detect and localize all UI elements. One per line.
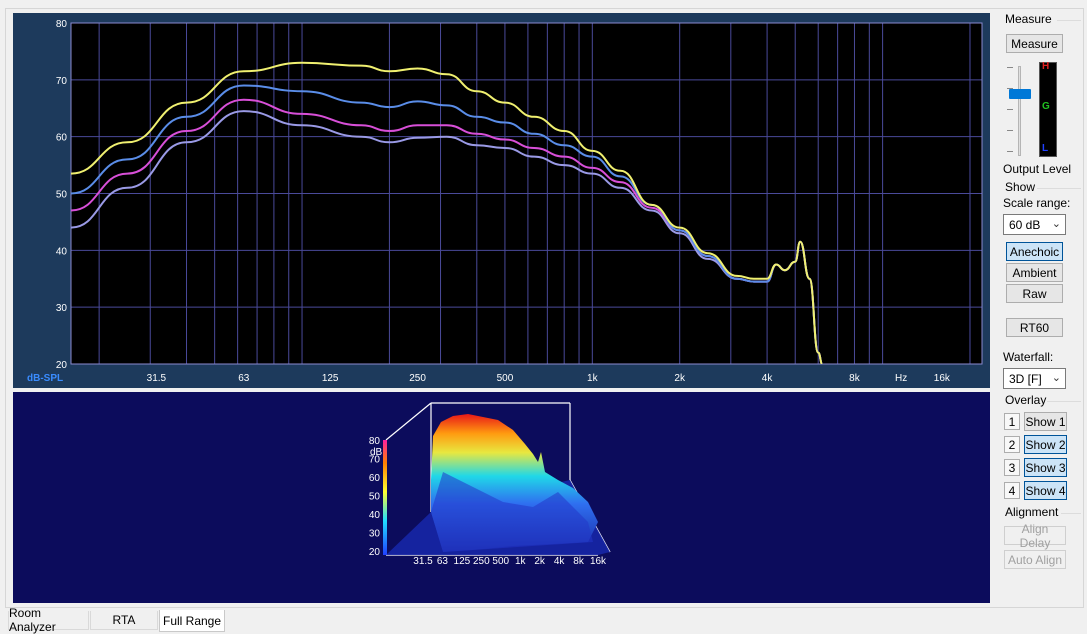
overlay-show-1-button[interactable]: Show 1 [1024, 412, 1067, 431]
group-divider [1057, 20, 1081, 21]
overlay-number-1: 1 [1004, 413, 1020, 430]
scale-range-select[interactable]: 60 dB ⌄ [1003, 214, 1066, 235]
auto-align-button[interactable]: Auto Align [1004, 550, 1066, 569]
waterfall-svg: 80706050403020 31.5 63 125 250 500 1k 2k 4k 8k 16… [369, 402, 611, 567]
alignment-group-label: Alignment [1005, 505, 1059, 519]
x-tick-label: 2k [674, 373, 686, 384]
waterfall-z-tick: 20 [369, 547, 381, 558]
scale-range-value: 60 dB [1009, 217, 1041, 232]
slider-thumb[interactable] [1009, 89, 1031, 99]
waterfall-x-tick: 250 [473, 556, 490, 567]
x-tick-label: 16k [934, 373, 951, 384]
meter-good-label: G [1042, 101, 1050, 112]
y-tick-label: 70 [56, 76, 68, 87]
waterfall-x-tick: 125 [454, 556, 471, 567]
overlay-show-3-button[interactable]: Show 3 [1024, 458, 1067, 477]
align-delay-button[interactable]: Align Delay [1004, 522, 1066, 550]
x-tick-label: 250 [409, 373, 426, 384]
overlay-number-4: 4 [1004, 482, 1020, 499]
waterfall-label: Waterfall: [1003, 350, 1054, 364]
waterfall-z-tick: 80 [369, 436, 381, 447]
control-sidebar: Measure Measure H G L Output Level Show … [995, 10, 1085, 604]
waterfall-z-unit-label: dB [370, 447, 383, 458]
x-axis-unit-label: Hz [895, 373, 907, 384]
waterfall-3d-panel: 80 70 60 50 40 30 20 31.5 63 125 250 500 1k 2k 4k 8k 16… [13, 392, 990, 603]
waterfall-z-tick: 40 [369, 510, 381, 521]
anechoic-button[interactable]: Anechoic [1006, 242, 1063, 261]
output-level-meter: H G L [1039, 61, 1057, 157]
y-axis-unit-label: dB-SPL [27, 373, 63, 384]
overlay-show-4-button[interactable]: Show 4 [1024, 481, 1067, 500]
meter-high-label: H [1042, 61, 1050, 72]
group-divider [1047, 401, 1081, 402]
tab-room-analyzer[interactable]: Room Analyzer [8, 606, 89, 634]
meter-low-label: L [1042, 143, 1049, 154]
output-level-slider[interactable] [1003, 62, 1038, 162]
y-tick-label: 80 [56, 19, 68, 30]
group-divider [1037, 188, 1081, 189]
measure-group-label: Measure [1005, 12, 1052, 26]
overlay-group-label: Overlay [1005, 393, 1047, 407]
waterfall-z-tick: 60 [369, 473, 381, 484]
x-tick-label: 4k [762, 373, 774, 384]
tab-rta[interactable]: RTA [90, 611, 158, 630]
chevron-down-icon: ⌄ [1051, 372, 1061, 384]
waterfall-z-colorbar [383, 440, 387, 555]
group-divider [1061, 513, 1081, 514]
y-tick-label: 40 [56, 246, 68, 257]
show-group-label: Show [1005, 180, 1036, 194]
waterfall-z-tick: 50 [369, 492, 381, 503]
raw-button[interactable]: Raw [1006, 284, 1063, 303]
ambient-button[interactable]: Ambient [1006, 263, 1063, 282]
bottom-tab-bar: Room Analyzer RTA Full Range [0, 606, 1087, 634]
x-tick-label: 500 [497, 373, 514, 384]
x-tick-label: 8k [849, 373, 861, 384]
frequency-response-chart: 80 70 60 50 40 30 20 31.5 63 125 250 500 1k 2k 4k 8k 16… [13, 13, 990, 388]
x-tick-label: 125 [322, 373, 339, 384]
y-tick-label: 50 [56, 190, 68, 201]
measure-button[interactable]: Measure [1006, 34, 1063, 53]
waterfall-x-tick: 8k [573, 556, 585, 567]
overlay-number-3: 3 [1004, 459, 1020, 476]
waterfall-mode-select[interactable]: 3D [F] ⌄ [1003, 368, 1066, 389]
waterfall-x-tick: 1k [515, 556, 527, 567]
waterfall-x-tick: 31.5 [413, 556, 433, 567]
waterfall-x-tick: 4k [554, 556, 566, 567]
output-level-label: Output Level [1003, 162, 1072, 176]
overlay-show-2-button[interactable]: Show 2 [1024, 435, 1067, 454]
rt60-button[interactable]: RT60 [1006, 318, 1063, 337]
waterfall-x-tick: 500 [492, 556, 509, 567]
chart-svg: 80 70 60 50 40 30 20 31.5 63 125 250 500 1k 2k 4k 8k 16… [27, 19, 983, 384]
overlay-number-2: 2 [1004, 436, 1020, 453]
scale-range-label: Scale range: [1003, 196, 1071, 210]
y-tick-label: 20 [56, 360, 68, 371]
x-tick-label: 1k [587, 373, 599, 384]
waterfall-z-tick: 30 [369, 529, 381, 540]
x-tick-label: 31.5 [147, 373, 167, 384]
waterfall-mode-value: 3D [F] [1009, 371, 1042, 386]
y-tick-label: 60 [56, 133, 68, 144]
waterfall-x-tick: 2k [534, 556, 546, 567]
waterfall-x-tick: 16k [590, 556, 607, 567]
chevron-down-icon: ⌄ [1051, 218, 1061, 230]
tab-full-range[interactable]: Full Range [159, 610, 225, 632]
x-tick-label: 63 [238, 373, 250, 384]
y-tick-label: 30 [56, 303, 68, 314]
waterfall-x-tick: 63 [437, 556, 449, 567]
